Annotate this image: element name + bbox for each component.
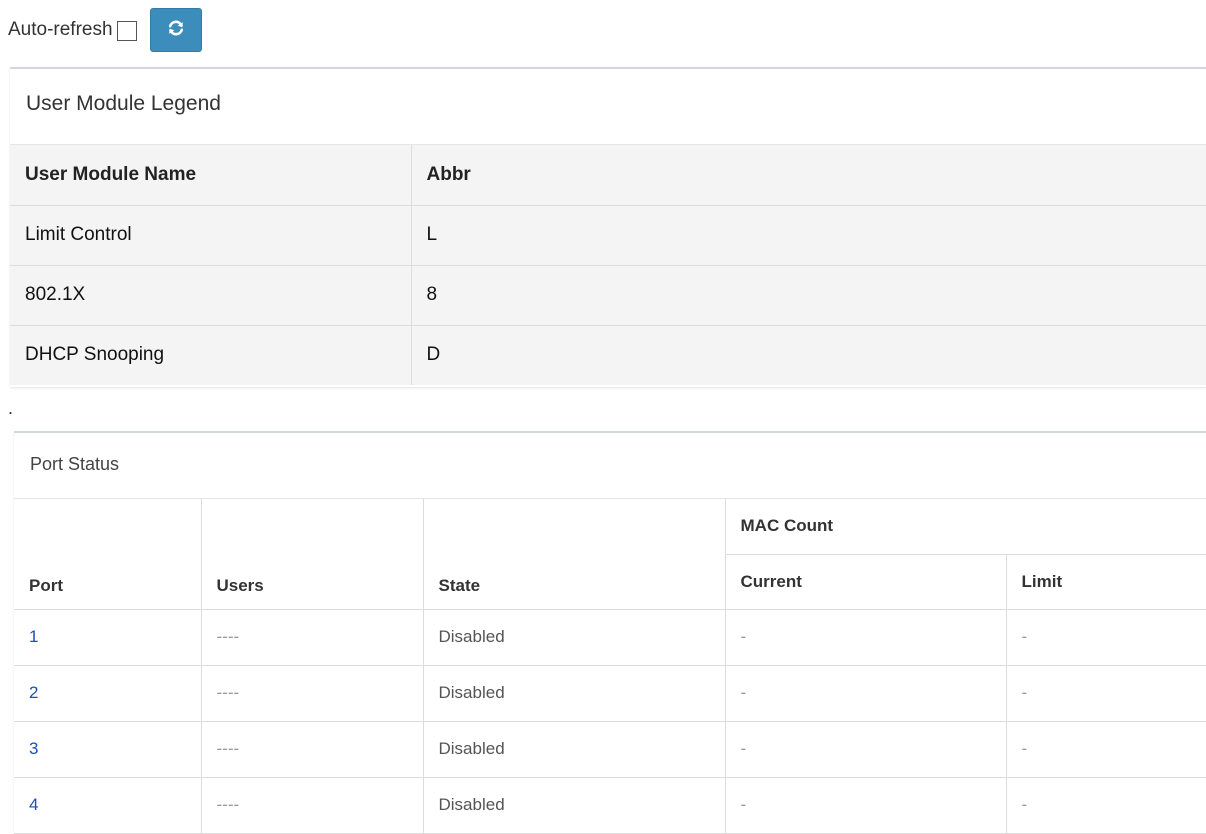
legend-header-row: User Module Name Abbr bbox=[10, 145, 1206, 206]
legend-table: User Module Name Abbr Limit Control L 80… bbox=[10, 145, 1206, 385]
port-users: ---- bbox=[201, 777, 424, 834]
refresh-icon bbox=[166, 18, 186, 43]
header-state: State bbox=[423, 499, 726, 610]
legend-row: DHCP Snooping D bbox=[10, 325, 1206, 385]
port-state: Disabled bbox=[423, 777, 726, 834]
mac-count-limit: - bbox=[1006, 665, 1206, 722]
mac-count-limit: - bbox=[1006, 721, 1206, 778]
mac-count-limit: - bbox=[1006, 777, 1206, 834]
port-users: ---- bbox=[201, 665, 424, 722]
port-status-panel: Port Status Port Users State MAC Count C… bbox=[14, 431, 1206, 834]
mac-count-current: - bbox=[725, 665, 1007, 722]
legend-module-abbr: L bbox=[411, 205, 1206, 266]
separator-dot: . bbox=[8, 398, 14, 418]
header-mac-count: MAC Count bbox=[725, 499, 1206, 555]
port-users: ---- bbox=[201, 609, 424, 666]
table-row: 2 ---- Disabled - - bbox=[14, 665, 1206, 722]
port-header-row-top: Port Users State MAC Count bbox=[14, 499, 1206, 610]
mac-count-current: - bbox=[725, 777, 1007, 834]
auto-refresh-checkbox[interactable] bbox=[116, 21, 137, 41]
toolbar: Auto-refresh bbox=[8, 8, 202, 52]
port-status-title: Port Status bbox=[14, 433, 1206, 499]
port-link[interactable]: 2 bbox=[14, 665, 202, 722]
port-link[interactable]: 1 bbox=[14, 609, 202, 666]
table-row: 1 ---- Disabled - - bbox=[14, 609, 1206, 666]
legend-module-abbr: 8 bbox=[411, 265, 1206, 326]
mac-count-limit: - bbox=[1006, 609, 1206, 666]
legend-title: User Module Legend bbox=[10, 69, 1206, 145]
header-user-module-name: User Module Name bbox=[10, 145, 412, 206]
port-link[interactable]: 3 bbox=[14, 721, 202, 778]
table-row: 3 ---- Disabled - - bbox=[14, 721, 1206, 778]
refresh-button[interactable] bbox=[149, 8, 202, 52]
header-port: Port bbox=[14, 499, 202, 610]
port-link[interactable]: 4 bbox=[14, 777, 202, 834]
legend-module-name: DHCP Snooping bbox=[10, 325, 412, 385]
port-status-table: Port Users State MAC Count Current Limit… bbox=[14, 499, 1206, 834]
user-module-legend-panel: User Module Legend User Module Name Abbr… bbox=[10, 67, 1206, 387]
legend-module-name: 802.1X bbox=[10, 265, 412, 326]
port-state: Disabled bbox=[423, 721, 726, 778]
mac-count-current: - bbox=[725, 609, 1007, 666]
legend-module-name: Limit Control bbox=[10, 205, 412, 266]
port-state: Disabled bbox=[423, 609, 726, 666]
header-current: Current bbox=[725, 554, 1007, 610]
auto-refresh-label: Auto-refresh bbox=[8, 19, 113, 40]
header-limit: Limit bbox=[1006, 554, 1206, 610]
header-users: Users bbox=[201, 499, 424, 610]
header-abbr: Abbr bbox=[411, 145, 1206, 206]
port-users: ---- bbox=[201, 721, 424, 778]
mac-count-current: - bbox=[725, 721, 1007, 778]
port-state: Disabled bbox=[423, 665, 726, 722]
table-row: 4 ---- Disabled - - bbox=[14, 777, 1206, 834]
legend-module-abbr: D bbox=[411, 325, 1206, 385]
legend-row: Limit Control L bbox=[10, 205, 1206, 266]
legend-row: 802.1X 8 bbox=[10, 265, 1206, 326]
